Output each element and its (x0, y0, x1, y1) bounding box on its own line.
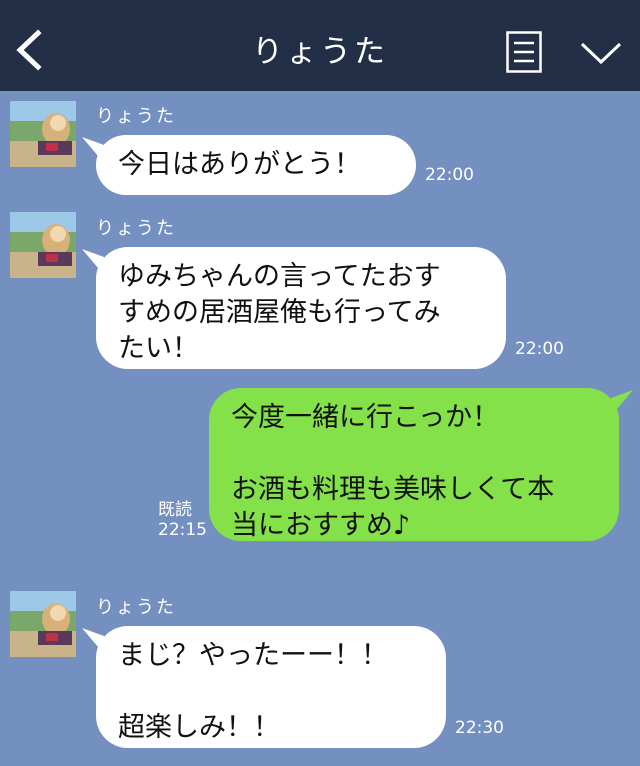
message-time: 22:00 (425, 165, 474, 185)
chat-title: りょうた (252, 34, 388, 70)
dog-photo-icon (10, 101, 76, 167)
menu-icon (506, 31, 542, 73)
avatar[interactable] (10, 212, 76, 278)
message-time: 22:00 (515, 339, 564, 359)
menu-button[interactable] (506, 31, 542, 73)
read-label: 既読 (158, 500, 192, 520)
message-bubble[interactable]: 今度一緒に行こっか！ お酒も料理も美味しくて本 当におすすめ♪ (209, 388, 619, 541)
sender-name: りょうた (96, 218, 176, 239)
read-status: 既読 22:15 (158, 500, 207, 540)
chat-header: りょうた (0, 0, 640, 91)
message-time: 22:30 (455, 718, 504, 738)
message-bubble[interactable]: 今日はありがとう！ (96, 135, 416, 195)
more-options-button[interactable] (578, 36, 624, 68)
sender-name: りょうた (96, 106, 176, 127)
dog-photo-icon (10, 212, 76, 278)
message-bubble[interactable]: ゆみちゃんの言ってたおす すめの居酒屋俺も行ってみ たい！ (96, 247, 506, 369)
dog-photo-icon (10, 591, 76, 657)
chevron-down-icon (580, 42, 622, 65)
sender-name: りょうた (96, 597, 176, 618)
message-bubble[interactable]: まじ？やったーー！！ 超楽しみ！！ (96, 626, 446, 748)
avatar[interactable] (10, 101, 76, 167)
avatar[interactable] (10, 591, 76, 657)
message-time: 22:15 (158, 520, 207, 540)
